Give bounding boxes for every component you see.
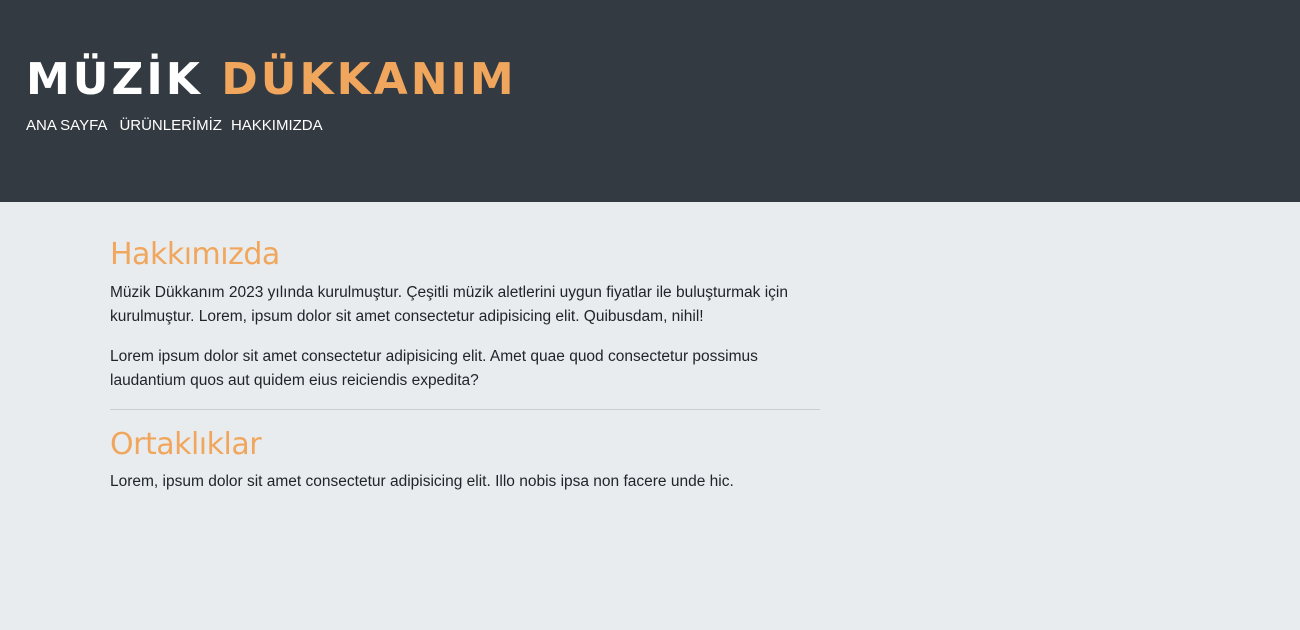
section-divider <box>110 409 820 410</box>
partners-paragraph: Lorem, ipsum dolor sit amet consectetur … <box>110 473 734 490</box>
nav-link-home[interactable]: ANA SAYFA <box>26 117 107 135</box>
main-nav: ANA SAYFA ÜRÜNLERİMİZ HAKKIMIZDA <box>26 117 335 135</box>
partners-title: Ortaklıklar <box>110 427 262 462</box>
about-paragraph-2: Lorem ipsum dolor sit amet consectetur a… <box>110 348 758 389</box>
about-section: Hakkımızda Müzik Dükkanım 2023 yılında k… <box>110 236 820 393</box>
site-header: MÜZİK DÜKKANIM ANA SAYFA ÜRÜNLERİMİZ HAK… <box>0 0 1300 202</box>
site-logo[interactable]: MÜZİK DÜKKANIM <box>26 54 517 106</box>
nav-link-products[interactable]: ÜRÜNLERİMİZ <box>119 117 222 135</box>
about-paragraph-1: Müzik Dükkanım 2023 yılında kurulmuştur.… <box>110 284 788 325</box>
logo-text-accent: DÜKKANIM <box>221 54 517 105</box>
logo-text-primary: MÜZİK <box>26 54 203 105</box>
nav-link-about[interactable]: HAKKIMIZDA <box>231 117 323 135</box>
about-title: Hakkımızda <box>110 237 280 272</box>
main-content: Hakkımızda Müzik Dükkanım 2023 yılında k… <box>110 236 820 494</box>
partners-section: Ortaklıklar Lorem, ipsum dolor sit amet … <box>110 426 820 494</box>
